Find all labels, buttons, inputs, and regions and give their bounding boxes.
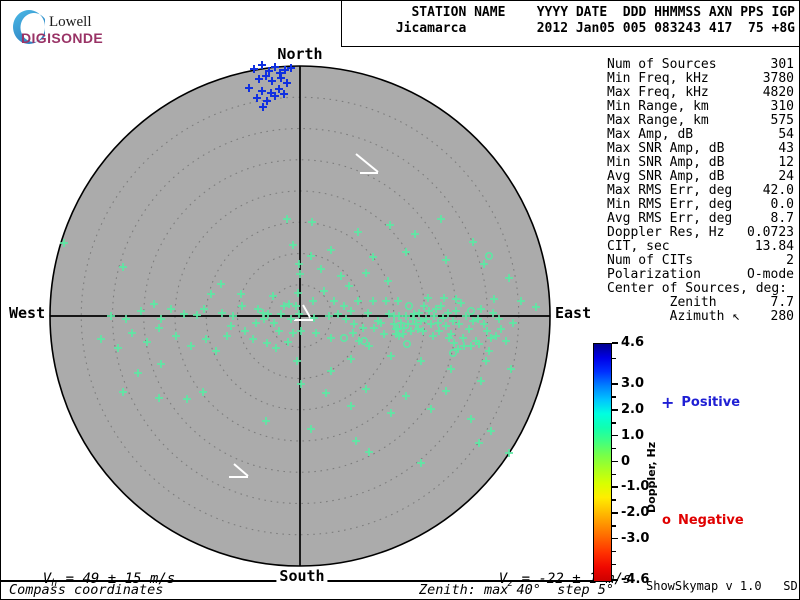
legend-negative-label: Negative <box>677 513 744 528</box>
east-label: East <box>555 304 592 322</box>
positive-plus-icon: + <box>661 393 675 412</box>
north-label: North <box>277 45 323 63</box>
skymap-page: Lowell DIGISONDE STATION NAME YYYY DATE … <box>0 0 800 600</box>
legend-negative: o Negative <box>662 513 744 528</box>
south-label: South <box>276 567 328 585</box>
west-label: West <box>9 304 46 322</box>
skymap-svg <box>49 61 551 567</box>
legend-positive: + Positive <box>661 393 741 412</box>
negative-circle-icon: o <box>662 513 671 528</box>
legend-positive-label: Positive <box>681 395 741 410</box>
